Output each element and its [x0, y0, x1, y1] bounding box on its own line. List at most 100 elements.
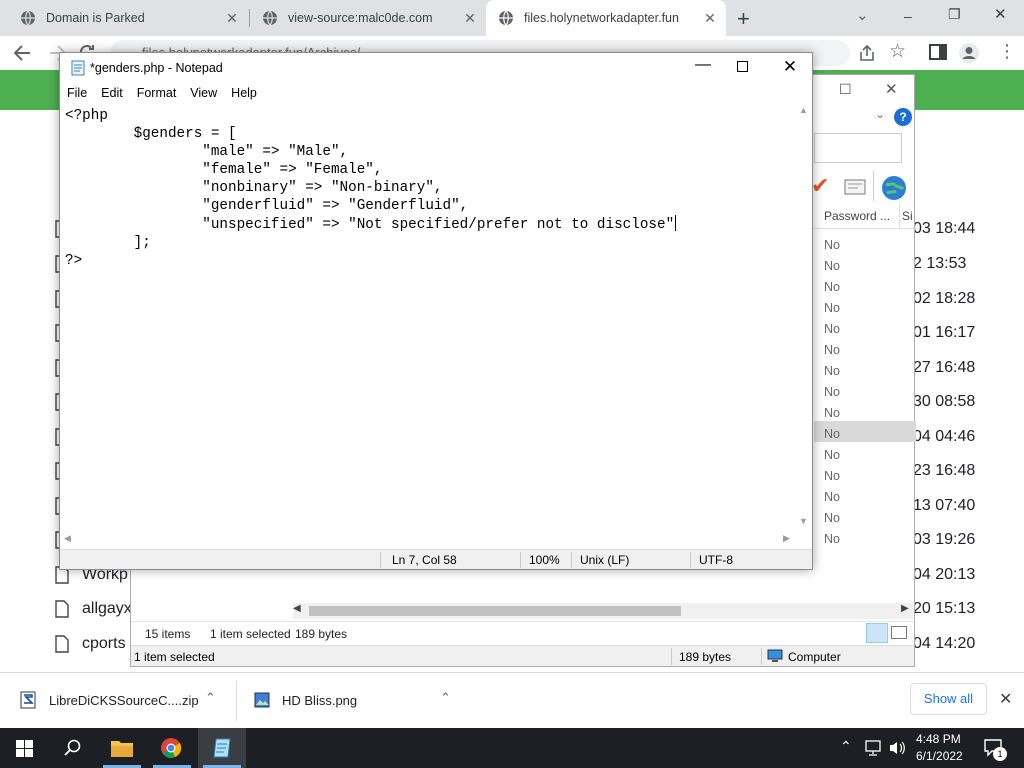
- code-line[interactable]: ];: [65, 234, 676, 252]
- image-file-icon: [254, 692, 270, 708]
- chevron-down-icon[interactable]: ⌄: [875, 107, 885, 121]
- code-line[interactable]: "male" => "Male",: [65, 143, 676, 161]
- code-line[interactable]: $genders = [: [65, 125, 676, 143]
- close-tab-icon[interactable]: ✕: [462, 10, 478, 26]
- close-tab-icon[interactable]: ✕: [224, 10, 240, 26]
- explorer-bottom-bar: 1 item selected 189 bytes Computer: [131, 645, 914, 666]
- close-tab-icon[interactable]: ✕: [702, 10, 718, 26]
- share-icon[interactable]: [858, 44, 876, 62]
- scroll-down-icon[interactable]: ▼: [799, 516, 808, 526]
- restore-button[interactable]: ❐: [948, 6, 961, 23]
- list-item-date: 27 16:48: [913, 359, 976, 376]
- menu-edit[interactable]: Edit: [94, 86, 130, 100]
- chevron-up-icon[interactable]: ⌃: [440, 690, 451, 706]
- globe-icon: [499, 10, 513, 26]
- tab-title: view-source:malc0de.com: [288, 11, 433, 25]
- envelope-icon[interactable]: [844, 179, 866, 195]
- volume-icon[interactable]: [888, 740, 906, 756]
- cell-value: No: [824, 343, 840, 357]
- windows-start-icon[interactable]: [16, 740, 33, 757]
- search-box[interactable]: [814, 133, 902, 163]
- list-item-date: 13 07:40: [913, 497, 976, 514]
- new-tab-button[interactable]: +: [737, 6, 750, 32]
- minimize-button[interactable]: ‒: [904, 8, 912, 24]
- explorer-maximize-button[interactable]: ☐: [839, 81, 852, 98]
- vertical-scrollbar[interactable]: ▲ ▼: [795, 103, 812, 530]
- notepad-taskbar-button[interactable]: [198, 728, 246, 768]
- chevron-up-icon[interactable]: ⌃: [840, 738, 852, 755]
- scroll-left-icon[interactable]: ◀: [64, 533, 71, 544]
- list-item-name[interactable]: allgayx: [82, 600, 132, 618]
- download-item-zip[interactable]: LibreDiCKSSourceC....zip ⌃: [8, 681, 230, 721]
- cell-value: No: [824, 385, 840, 399]
- bookmark-star-icon[interactable]: ☆: [889, 40, 906, 63]
- notepad-title-bar[interactable]: *genders.php - Notepad — ✕: [60, 53, 812, 83]
- tab-view-source[interactable]: view-source:malc0de.com ✕: [250, 0, 486, 36]
- scroll-right-icon[interactable]: ▶: [783, 533, 790, 544]
- notepad-maximize-button[interactable]: [737, 61, 748, 72]
- code-line[interactable]: "nonbinary" => "Non-binary",: [65, 179, 676, 197]
- code-line[interactable]: "unspecified" => "Not specified/prefer n…: [65, 215, 677, 234]
- notepad-code[interactable]: <?php $genders = [ "male" => "Male", "fe…: [65, 107, 677, 270]
- close-downloads-icon[interactable]: ✕: [999, 689, 1012, 709]
- details-view-icon[interactable]: [866, 623, 888, 643]
- chevron-up-icon[interactable]: ⌃: [205, 690, 216, 706]
- cell-value: No: [824, 322, 840, 336]
- cell-value: No: [824, 406, 840, 420]
- tab-title: Domain is Parked: [46, 11, 145, 25]
- back-arrow-icon[interactable]: [12, 44, 32, 62]
- scroll-right-icon[interactable]: ▶: [901, 603, 909, 614]
- cell-value: No: [824, 259, 840, 273]
- notepad-close-button[interactable]: ✕: [779, 56, 801, 78]
- column-header-password[interactable]: Password ...: [824, 209, 890, 223]
- list-item-name[interactable]: cports: [82, 635, 126, 653]
- menu-view[interactable]: View: [183, 86, 224, 100]
- profile-avatar-icon[interactable]: [958, 42, 980, 64]
- cell-value: No: [824, 238, 840, 252]
- encoding: UTF-8: [699, 553, 733, 567]
- network-icon[interactable]: [864, 740, 882, 756]
- menu-help[interactable]: Help: [224, 86, 264, 100]
- column-header-si[interactable]: Si: [902, 209, 913, 223]
- side-panel-icon[interactable]: [929, 44, 947, 60]
- clock-date[interactable]: 6/1/2022: [916, 749, 963, 763]
- notepad-app-icon: [71, 60, 85, 76]
- clock-time[interactable]: 4:48 PM: [916, 732, 961, 746]
- close-window-button[interactable]: ✕: [994, 5, 1007, 23]
- cell-value: No: [824, 448, 840, 462]
- status-item-count: 15 items: [145, 627, 191, 641]
- menu-file[interactable]: File: [60, 86, 94, 100]
- search-icon[interactable]: [64, 739, 82, 757]
- code-line[interactable]: "female" => "Female",: [65, 161, 676, 179]
- list-item-date: 20 15:13: [913, 600, 976, 617]
- checkmark-icon[interactable]: ✔: [811, 175, 829, 197]
- notepad-horizontal-scrollbar[interactable]: ◀ ▶: [60, 531, 795, 548]
- column-header-row: Password ... Si: [814, 203, 916, 229]
- show-all-button[interactable]: Show all: [910, 683, 987, 715]
- kebab-menu-icon[interactable]: ⋮: [998, 42, 1016, 60]
- menu-format[interactable]: Format: [130, 86, 184, 100]
- windows-taskbar: ⌃ 4:48 PM 6/1/2022 1: [0, 728, 1024, 768]
- help-icon[interactable]: ?: [894, 108, 912, 126]
- cell-value: No: [824, 469, 840, 483]
- chevron-down-icon[interactable]: ⌄: [856, 6, 869, 24]
- scrollbar-thumb[interactable]: [309, 606, 681, 616]
- notification-count-badge: 1: [993, 747, 1007, 761]
- scroll-left-icon[interactable]: ◀: [293, 603, 301, 614]
- tab-domain-parked[interactable]: Domain is Parked ✕: [8, 0, 248, 36]
- globe-icon[interactable]: [881, 175, 907, 201]
- chrome-icon[interactable]: [160, 737, 182, 759]
- download-item-png[interactable]: HD Bliss.png ⌃: [244, 681, 466, 721]
- scroll-up-icon[interactable]: ▲: [799, 105, 808, 115]
- computer-icon: [767, 649, 783, 662]
- notepad-app-icon: [213, 738, 231, 758]
- explorer-close-button[interactable]: ✕: [885, 80, 898, 98]
- notepad-minimize-button[interactable]: —: [692, 55, 714, 77]
- code-line[interactable]: ?>: [65, 252, 676, 270]
- code-line[interactable]: "genderfluid" => "Genderfluid",: [65, 197, 676, 215]
- tab-files-holynetworkadapter[interactable]: files.holynetworkadapter.fun ✕: [486, 0, 726, 36]
- preview-view-icon[interactable]: [891, 626, 907, 639]
- code-line[interactable]: <?php: [65, 107, 676, 125]
- horizontal-scrollbar[interactable]: ◀ ▶: [293, 603, 913, 619]
- file-explorer-icon[interactable]: [110, 738, 134, 758]
